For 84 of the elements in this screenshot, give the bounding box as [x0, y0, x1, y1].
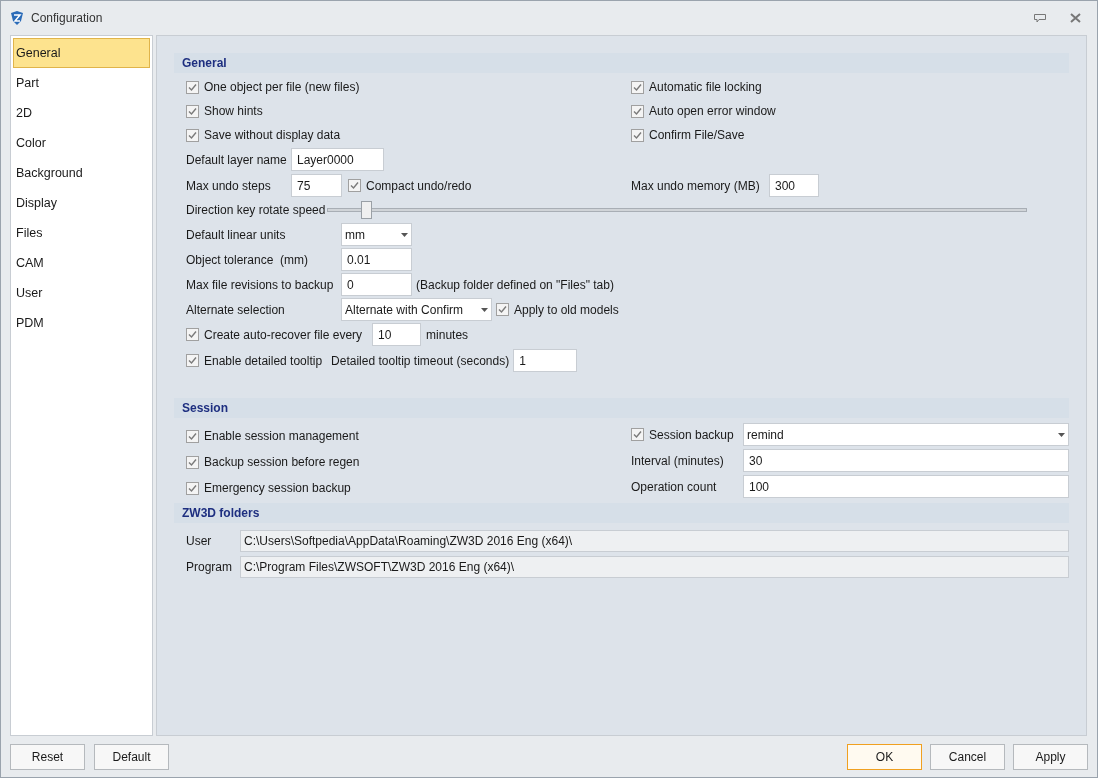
input-field[interactable]: 10 — [372, 323, 422, 346]
field-label: User — [186, 532, 213, 550]
checkbox-label: Confirm File/Save — [649, 127, 745, 144]
field-label: Operation count — [631, 478, 718, 496]
dialog-button[interactable]: OK — [847, 743, 922, 770]
dialog-button[interactable]: Apply — [1013, 743, 1088, 770]
dropdown-caret-icon — [401, 232, 408, 237]
path-field[interactable]: C:\Users\Softpedia\AppData\Roaming\ZW3D 2016 Eng (x64)\ — [240, 529, 1069, 552]
checkbox-label: Save without display data — [204, 127, 341, 144]
checkbox[interactable] — [186, 104, 199, 118]
checkbox-label: Enable detailed tooltip — [204, 352, 323, 370]
field-label: Default linear units — [186, 226, 287, 244]
sidebar-item[interactable]: General — [13, 38, 150, 68]
sidebar-item[interactable]: Display — [13, 188, 150, 218]
dropdown[interactable]: Alternate with Confirm — [341, 298, 492, 321]
checkbox[interactable] — [348, 179, 361, 192]
checkbox-label: Emergency session backup — [204, 480, 351, 497]
sidebar-item[interactable]: PDM — [13, 308, 150, 338]
field-label: Direction key rotate speed — [186, 202, 327, 219]
checkbox[interactable] — [496, 303, 509, 316]
dropdown-caret-icon — [1058, 432, 1065, 437]
window-title: Configuration — [31, 10, 103, 27]
sidebar-item[interactable]: Part — [13, 68, 150, 98]
field-label: Program — [186, 558, 233, 576]
dialog-button[interactable]: Reset — [10, 743, 85, 770]
path-field[interactable]: C:\Program Files\ZWSOFT\ZW3D 2016 Eng (x64)\ — [240, 555, 1069, 578]
checkbox-label: Compact undo/redo — [366, 177, 472, 195]
checkbox[interactable] — [631, 128, 644, 142]
field-label: Detailed tooltip timeout (seconds) — [331, 352, 510, 370]
checkbox[interactable] — [631, 104, 644, 118]
sidebar-item[interactable]: Files — [13, 218, 150, 248]
input-field[interactable]: 0.01 — [341, 248, 412, 271]
speech-bubble-icon[interactable] — [1034, 13, 1046, 23]
checkbox[interactable] — [186, 328, 199, 341]
checkbox[interactable] — [186, 455, 199, 469]
sidebar-item[interactable]: Color — [13, 128, 150, 158]
sidebar-item[interactable]: Background — [13, 158, 150, 188]
field-label: Interval (minutes) — [631, 452, 725, 470]
section-header: ZW3D folders — [174, 503, 1069, 523]
input-field[interactable]: 1 — [513, 349, 578, 372]
close-icon[interactable] — [1070, 13, 1081, 23]
sidebar-item[interactable]: User — [13, 278, 150, 308]
app-logo-icon — [9, 10, 25, 26]
checkbox-label: Backup session before regen — [204, 454, 360, 471]
section-header: Session — [174, 398, 1069, 418]
checkbox-label: Apply to old models — [514, 301, 619, 319]
field-label: Max file revisions to backup — [186, 276, 335, 294]
checkbox-label: Automatic file locking — [649, 79, 762, 96]
input-field[interactable]: 300 — [769, 174, 819, 197]
field-label: Object tolerance (mm) — [186, 251, 310, 269]
input-field[interactable]: 0 — [341, 273, 412, 296]
dialog-button[interactable]: Default — [94, 743, 169, 770]
input-field[interactable]: 100 — [743, 475, 1069, 498]
dialog-button[interactable]: Cancel — [930, 743, 1005, 770]
dropdown[interactable]: remind — [743, 423, 1069, 446]
field-label: Alternate selection — [186, 301, 286, 319]
checkbox-label: One object per file (new files) — [204, 79, 360, 96]
sidebar-item[interactable]: CAM — [13, 248, 150, 278]
checkbox[interactable] — [186, 429, 199, 443]
input-field[interactable]: Layer0000 — [291, 148, 384, 171]
checkbox[interactable] — [186, 354, 199, 367]
checkbox[interactable] — [631, 80, 644, 94]
checkbox[interactable] — [186, 128, 199, 142]
unit-label: minutes — [426, 326, 469, 344]
checkbox-label: Session backup — [649, 426, 734, 444]
checkbox[interactable] — [186, 80, 199, 94]
section-header: General — [174, 53, 1069, 73]
field-label: Max undo memory (MB) — [631, 177, 761, 195]
input-field[interactable]: 30 — [743, 449, 1069, 472]
dropdown[interactable]: mm — [341, 223, 412, 246]
checkbox[interactable] — [186, 481, 199, 495]
checkbox-label: Auto open error window — [649, 103, 776, 120]
checkbox-label: Create auto-recover file every — [204, 326, 363, 344]
dropdown-caret-icon — [481, 307, 488, 312]
slider-thumb[interactable] — [361, 201, 372, 219]
field-label: Max undo steps — [186, 177, 272, 195]
sidebar-item[interactable]: 2D — [13, 98, 150, 128]
input-field[interactable]: 75 — [291, 174, 342, 197]
note-text: (Backup folder defined on "Files" tab) — [416, 276, 614, 294]
checkbox-label: Show hints — [204, 103, 263, 120]
checkbox-label: Enable session management — [204, 428, 359, 445]
checkbox[interactable] — [631, 428, 644, 441]
slider-track[interactable] — [327, 201, 1027, 219]
field-label: Default layer name — [186, 151, 288, 169]
